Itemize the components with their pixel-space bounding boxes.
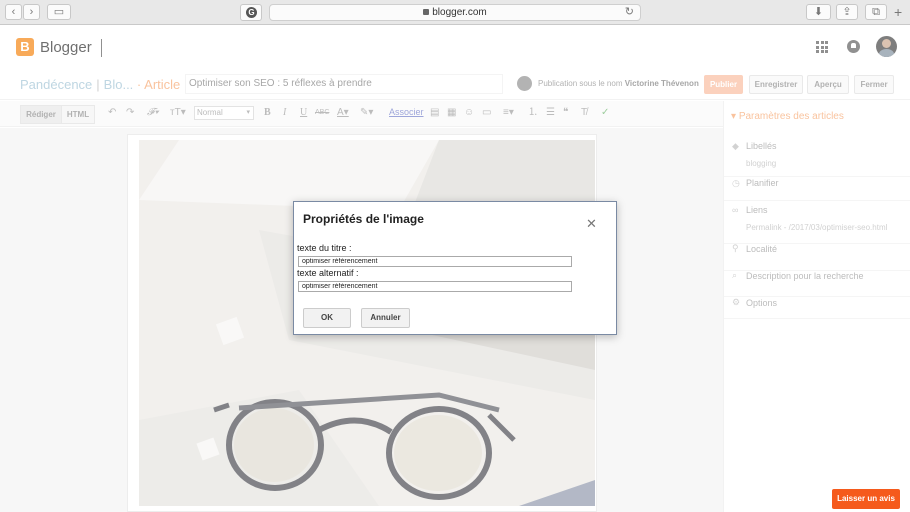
format-select-value: Normal [197,108,223,117]
close-icon[interactable]: ✕ [586,217,597,230]
insert-image-icon[interactable]: ▤ [430,106,439,120]
back-button[interactable]: ‹ [5,4,22,20]
chevron-down-icon: ▾ [246,109,250,116]
insert-link[interactable]: Associer [389,107,424,117]
schedule-label: Planifier [746,178,779,188]
notifications-icon[interactable] [847,40,860,53]
schedule-section[interactable]: ◷ Planifier [724,177,910,201]
sidebar-toggle-icon[interactable]: ▭ [47,4,71,20]
preview-button[interactable]: Aperçu [807,75,849,94]
forward-button[interactable]: › [23,4,40,20]
save-button[interactable]: Enregistrer [749,75,803,94]
publish-as-text: Publication sous le nom Victorine Théven… [538,79,699,88]
app-name[interactable]: Blogger [40,39,92,56]
breadcrumb: Pandécence | Blo... · Article [20,77,180,92]
editor-toolbar: Rédiger HTML ↶ ↷ 𝓕▾ ᴛT▾ Normal ▾ B I U A… [0,101,723,127]
format-select[interactable]: Normal ▾ [194,106,254,120]
labels-value: blogging [746,159,777,168]
share-icon[interactable]: ⇪ [836,4,858,20]
emoji-icon[interactable]: ☺ [464,106,474,120]
clear-format-icon[interactable]: T̸ [581,106,587,120]
links-section[interactable]: ∞ Liens Permalink - /2017/03/optimiser-s… [724,201,910,244]
tabs-overview-icon[interactable]: ⧉ [865,4,887,20]
jump-break-icon[interactable]: ▭ [482,106,491,120]
align-icon[interactable]: ≡▾ [503,106,514,120]
google-icon: G [246,7,257,18]
close-button[interactable]: Fermer [854,75,894,94]
insert-video-icon[interactable]: ▦ [447,106,456,120]
search-description-label: Description pour la recherche [746,271,864,281]
permalink-value: Permalink - /2017/03/optimiser-seo.html [746,223,888,232]
search-description-section[interactable]: ⌕ Description pour la recherche [724,271,910,297]
url-text: blogger.com [432,7,487,18]
publish-as-prefix: Publication sous le nom [538,79,623,88]
search-icon: ⌕ [732,270,738,280]
font-size-icon[interactable]: ᴛT▾ [170,106,186,120]
label-tag-icon: ◆ [732,141,739,151]
post-header: Pandécence | Blo... · Article Optimiser so… [0,70,910,100]
dialog-title: Propriétés de l'image [303,212,424,226]
bulleted-list-icon[interactable]: ☰ [546,106,555,120]
font-family-icon[interactable]: 𝓕▾ [147,106,159,120]
highlight-icon[interactable]: ✎▾ [360,106,373,120]
gear-icon: ⚙ [732,297,741,307]
title-field-label: texte du titre : [297,243,352,253]
ok-button[interactable]: OK [303,308,351,328]
location-pin-icon: ⚲ [732,243,739,253]
bold-icon[interactable]: B [264,106,271,120]
italic-icon[interactable]: I [283,106,286,120]
publish-button[interactable]: Publier [704,75,743,94]
publish-as-name: Victorine Thévenon [624,79,699,88]
post-title-input[interactable]: Optimiser son SEO : 5 réflexes à prendre [185,74,503,94]
tab-favicon[interactable]: G [240,4,262,21]
spellcheck-icon[interactable]: ✓ [601,106,609,120]
image-properties-dialog: Propriétés de l'image ✕ texte du titre :… [293,201,617,335]
breadcrumb-separator: | [96,77,100,92]
tab-html[interactable]: HTML [61,105,95,124]
undo-icon[interactable]: ↶ [108,106,116,120]
tab-compose[interactable]: Rédiger [20,105,62,124]
blog-name-link[interactable]: Pandécence [20,77,92,92]
alt-field-label: texte alternatif : [297,268,359,278]
alt-field[interactable] [298,281,572,292]
numbered-list-icon[interactable]: ⒈ [528,106,538,120]
app-header: B Blogger [0,26,910,69]
author-avatar [517,76,532,91]
browser-toolbar: ‹ › ▭ G blogger.com ↻ ⬇ ⇪ ⧉ + [0,0,910,25]
link-icon: ∞ [732,205,739,215]
reload-icon[interactable]: ↻ [625,5,634,20]
labels-label: Libellés [746,141,777,151]
text-color-icon[interactable]: A▾ [337,106,349,120]
section-label: · Article [136,77,181,92]
account-avatar[interactable] [876,36,897,57]
feedback-button[interactable]: Laisser un avis [832,489,900,509]
quote-icon[interactable]: ❝ [563,106,568,120]
header-divider [101,39,102,57]
options-label: Options [746,298,778,308]
redo-icon[interactable]: ↷ [126,106,134,120]
options-section[interactable]: ⚙ Options [724,297,910,319]
strikethrough-icon[interactable]: ABC [315,106,329,120]
post-settings-sidebar: ▾ Paramètres des articles ◆ Libellés blo… [723,101,910,512]
apps-grid-icon[interactable] [816,41,828,53]
labels-section[interactable]: ◆ Libellés blogging [724,133,910,177]
title-field[interactable] [298,256,572,267]
cancel-button[interactable]: Annuler [361,308,410,328]
post-settings-title: Paramètres des articles [738,111,844,122]
underline-icon[interactable]: U [300,106,307,120]
post-settings-heading[interactable]: ▾ Paramètres des articles [731,111,844,122]
download-icon[interactable]: ⬇ [806,4,831,20]
blogger-logo-icon[interactable]: B [16,38,34,56]
lock-icon [423,9,430,15]
links-label: Liens [746,205,768,215]
new-tab-icon[interactable]: + [894,4,902,20]
clock-icon: ◷ [732,178,740,188]
address-bar[interactable]: blogger.com ↻ [269,4,641,21]
location-section[interactable]: ⚲ Localité [724,244,910,271]
blog-short-link[interactable]: Blo... [104,77,134,92]
location-label: Localité [746,244,778,254]
